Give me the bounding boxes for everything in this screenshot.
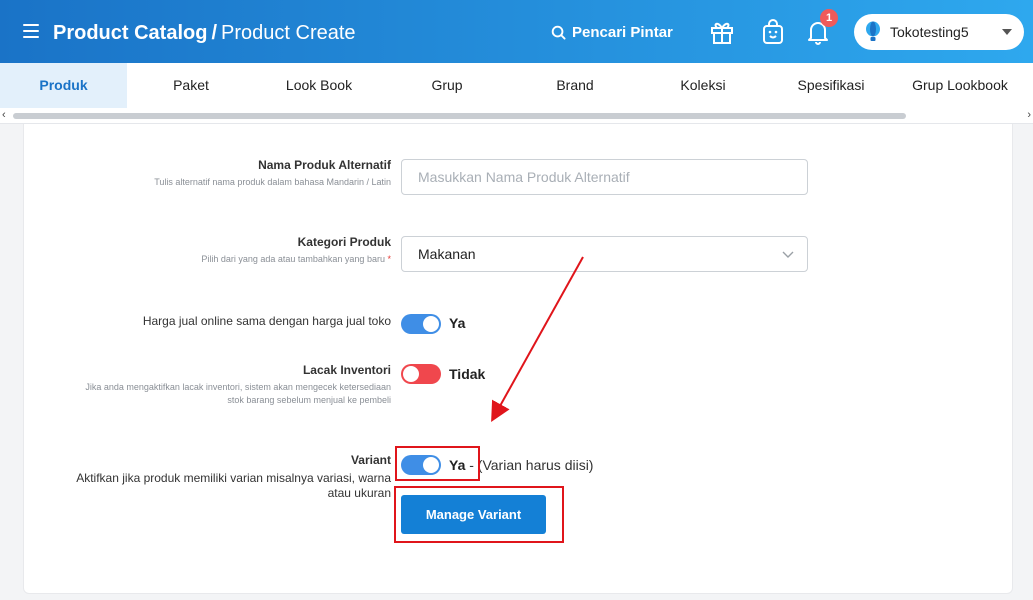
- tab-brand[interactable]: Brand: [511, 63, 639, 108]
- inventory-hint-line2: stok barang sebelum menjual ke pembeli: [227, 395, 391, 405]
- store-name: Tokotesting5: [890, 24, 969, 40]
- top-header: Product Catalog / Product Create Pencari P…: [0, 0, 1033, 63]
- toggle-knob: [403, 366, 419, 382]
- chevron-down-icon: [1002, 29, 1012, 35]
- breadcrumb-separator: /: [211, 22, 218, 44]
- scrollbar-thumb[interactable]: [13, 113, 906, 119]
- online-price-label: Harga jual online sama dengan harga jual…: [142, 314, 391, 328]
- scroll-left-icon[interactable]: ‹: [2, 109, 6, 121]
- alt-name-label: Nama Produk Alternatif: [258, 158, 391, 172]
- variant-hint-line1: Aktifkan jika produk memiliki varian mis…: [76, 471, 391, 485]
- tab-spesifikasi[interactable]: Spesifikasi: [767, 63, 895, 108]
- tab-grup[interactable]: Grup: [383, 63, 511, 108]
- variant-hint-line2: atau ukuran: [327, 486, 391, 500]
- category-select[interactable]: Makanan: [401, 236, 808, 272]
- tab-produk[interactable]: Produk: [0, 63, 127, 108]
- category-label: Kategori Produk: [297, 235, 391, 249]
- variant-note: - (Varian harus diisi): [465, 457, 594, 473]
- highlight-box-button: [394, 486, 564, 543]
- alt-name-hint: Tulis alternatif nama produk dalam bahas…: [154, 177, 391, 187]
- required-mark: *: [387, 254, 391, 264]
- page-title: Product Create: [221, 22, 356, 44]
- hamburger-icon[interactable]: [23, 24, 39, 38]
- gift-icon[interactable]: [710, 19, 734, 45]
- smart-search-label: Pencari Pintar: [572, 23, 673, 41]
- tab-grup-lookbook[interactable]: Grup Lookbook: [895, 63, 1025, 108]
- tab-bar: Produk Paket Look Book Grup Brand Koleks…: [0, 63, 1033, 108]
- balloon-icon: [866, 21, 880, 41]
- tab-look-book[interactable]: Look Book: [255, 63, 383, 108]
- tab-scrollbar[interactable]: ‹ ›: [0, 108, 1033, 124]
- inventory-state: Tidak: [449, 366, 486, 382]
- smart-search-button[interactable]: Pencari Pintar: [551, 22, 673, 42]
- alt-name-input[interactable]: [401, 159, 808, 195]
- tab-koleksi[interactable]: Koleksi: [639, 63, 767, 108]
- inventory-hint-line1: Jika anda mengaktifkan lacak inventori, …: [85, 382, 391, 392]
- chevron-down-icon: [782, 251, 794, 258]
- tab-paket[interactable]: Paket: [127, 63, 255, 108]
- highlight-box-toggle: [395, 446, 480, 481]
- variant-label: Variant: [350, 453, 391, 467]
- online-price-state: Ya: [449, 315, 466, 331]
- store-selector[interactable]: Tokotesting5: [854, 14, 1024, 50]
- scroll-right-icon[interactable]: ›: [1027, 109, 1031, 121]
- notification-badge: 1: [820, 9, 838, 27]
- toggle-knob: [423, 316, 439, 332]
- category-value: Makanan: [418, 246, 476, 262]
- inventory-label: Lacak Inventori: [302, 363, 391, 377]
- category-hint-row: Pilih dari yang ada atau tambahkan yang …: [60, 252, 391, 266]
- inventory-toggle[interactable]: [401, 364, 441, 384]
- search-icon: [551, 25, 566, 40]
- shopping-bag-icon[interactable]: [761, 19, 785, 45]
- breadcrumb-product-catalog[interactable]: Product Catalog: [53, 22, 207, 44]
- category-hint: Pilih dari yang ada atau tambahkan yang …: [201, 254, 385, 264]
- online-price-toggle[interactable]: [401, 314, 441, 334]
- breadcrumb: Product Catalog / Product Create: [53, 21, 356, 45]
